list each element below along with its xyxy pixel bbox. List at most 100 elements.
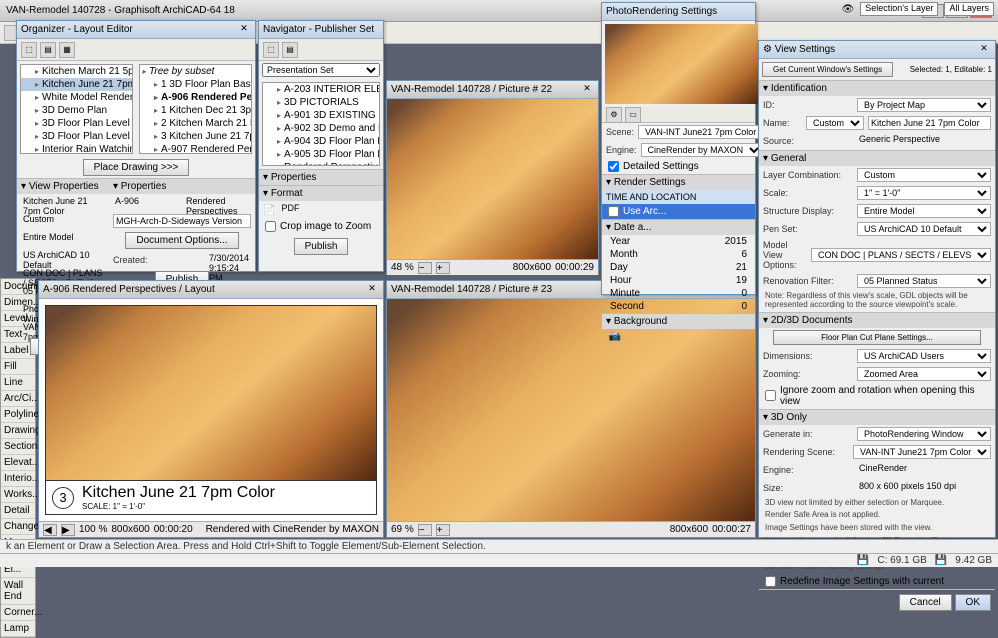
tool-change[interactable]: Change: [1, 519, 35, 535]
tree-item[interactable]: 3 Kitchen June 21 7pm Color: [140, 130, 251, 143]
photorender-header[interactable]: PhotoRendering Settings: [602, 3, 755, 21]
use-arc-checkbox[interactable]: [608, 206, 619, 217]
nav-props-header[interactable]: Properties: [259, 169, 383, 185]
organizer-right-tree[interactable]: Tree by subset 1 3D Floor Plan BasementA…: [139, 64, 252, 154]
tree-item[interactable]: A-901 3D EXISTING Floor: [263, 109, 379, 122]
tool-corner[interactable]: Corner...: [1, 605, 35, 621]
scene-select[interactable]: VAN-INT June21 7pm Color: [638, 125, 776, 139]
screen-icon[interactable]: ▭: [625, 107, 641, 123]
floorplan-cut-button[interactable]: Floor Plan Cut Plane Settings...: [773, 330, 982, 345]
zoom-out-icon[interactable]: −: [418, 524, 432, 536]
scale-select[interactable]: 1" = 1'-0": [857, 186, 991, 200]
nav-icon[interactable]: ⬚: [263, 42, 279, 58]
only3d-header[interactable]: 3D Only: [759, 409, 995, 425]
tree-item[interactable]: 1 Kitchen Dec 21 3pm Color: [140, 104, 251, 117]
render-settings-header[interactable]: Render Settings: [602, 174, 755, 190]
place-drawing-button[interactable]: Place Drawing >>>: [83, 159, 190, 176]
reno-select[interactable]: 05 Planned Status: [857, 274, 991, 288]
camera-icon[interactable]: 📷: [604, 331, 626, 342]
navigator-tree[interactable]: A-203 INTERIOR ELEVAT3D PICTORIALSA-901 …: [262, 82, 380, 166]
nav-next-icon[interactable]: ▶: [61, 524, 75, 536]
tool-fill[interactable]: Fill: [1, 359, 35, 375]
tree-item[interactable]: A-907 Rendered Perspectives: [140, 143, 251, 154]
tree-item[interactable]: Rendered Perspectives: [263, 161, 379, 166]
close-icon[interactable]: ✕: [580, 83, 594, 97]
tool-wallend[interactable]: Wall End: [1, 578, 35, 605]
name-mode-select[interactable]: Custom: [806, 116, 864, 130]
ok-button[interactable]: OK: [955, 594, 991, 611]
tree-item[interactable]: Kitchen June 21 7pm Color: [21, 78, 132, 91]
eye-icon[interactable]: 👁: [842, 4, 855, 15]
tree-item[interactable]: 3D Floor Plan Level Two: [21, 130, 132, 143]
rscene-select[interactable]: VAN-INT June21 7pm Color: [853, 445, 991, 459]
tool-elevat[interactable]: Elevat...: [1, 455, 35, 471]
tool-works[interactable]: Works...: [1, 487, 35, 503]
id-mode-select[interactable]: By Project Map: [857, 98, 991, 112]
selections-layer-button[interactable]: Selection's Layer: [860, 2, 938, 16]
organizer-left-tree[interactable]: Kitchen March 21 5pm ColorKitchen June 2…: [20, 64, 133, 154]
picture22-header[interactable]: VAN-Remodel 140728 / Picture # 22✕: [387, 81, 598, 99]
close-icon[interactable]: ✕: [365, 283, 379, 297]
zooming-select[interactable]: Zoomed Area: [857, 367, 991, 381]
close-icon[interactable]: ✕: [977, 43, 991, 57]
doc-options-button[interactable]: Document Options...: [125, 232, 238, 249]
tree-item[interactable]: A-904 3D Floor Plan Main: [263, 135, 379, 148]
identification-header[interactable]: Identification: [759, 80, 995, 96]
penset-select[interactable]: US ArchiCAD 10 Default: [857, 222, 991, 236]
structure-select[interactable]: Entire Model: [857, 204, 991, 218]
view-settings-header[interactable]: ⚙ View Settings ✕: [759, 41, 995, 59]
nav-icon[interactable]: ⬚: [21, 42, 37, 58]
dimensions-select[interactable]: US ArchiCAD Users: [857, 349, 991, 363]
layer-combo-select[interactable]: Custom: [857, 168, 991, 182]
date-header[interactable]: Date a...: [602, 219, 755, 235]
nav-publish-button[interactable]: Publish: [294, 238, 349, 255]
name-input[interactable]: [868, 116, 991, 130]
all-layers-button[interactable]: All Layers: [944, 2, 994, 16]
preset-select[interactable]: Presentation Set: [262, 63, 380, 77]
tool-arcci[interactable]: Arc/Ci...: [1, 391, 35, 407]
tool-section[interactable]: Section: [1, 439, 35, 455]
tree-item[interactable]: Kitchen March 21 5pm Color: [21, 65, 132, 78]
tree-item[interactable]: 3D Demo Plan: [21, 104, 132, 117]
tree-item[interactable]: Interior Rain Watching Room: [21, 143, 132, 154]
crop-checkbox[interactable]: [265, 221, 276, 232]
nav-prev-icon[interactable]: ◀: [43, 524, 57, 536]
tool-polyline[interactable]: Polyline: [1, 407, 35, 423]
tree-item[interactable]: A-906 Rendered Perspectives: [140, 91, 251, 104]
engine-select[interactable]: CineRender by MAXON: [641, 143, 763, 157]
nav-format-header[interactable]: Format: [259, 185, 383, 201]
tool-interio[interactable]: Interio...: [1, 471, 35, 487]
layout-header[interactable]: A-906 Rendered Perspectives / Layout✕: [39, 281, 383, 299]
tree-item[interactable]: 3D PICTORIALS: [263, 96, 379, 109]
zoom-in-icon[interactable]: +: [436, 262, 450, 274]
nav-icon[interactable]: ▤: [40, 42, 56, 58]
zoom-out-icon[interactable]: −: [418, 262, 432, 274]
tree-item[interactable]: White Model Renders: [21, 91, 132, 104]
general-header[interactable]: General: [759, 150, 995, 166]
tool-line[interactable]: Line: [1, 375, 35, 391]
detailed-checkbox[interactable]: [608, 161, 619, 172]
tree-item[interactable]: A-902 3D Demo and New: [263, 122, 379, 135]
tool-lamp[interactable]: Lamp: [1, 621, 35, 637]
docs2d3d-header[interactable]: 2D/3D Documents: [759, 312, 995, 328]
get-current-button[interactable]: Get Current Window's Settings: [762, 62, 893, 77]
mvo-select[interactable]: CON DOC | PLANS / SECTS / ELEVS: [811, 248, 991, 262]
tree-item[interactable]: 2 Kitchen March 21 5pm Color: [140, 117, 251, 130]
redefine-checkbox[interactable]: [765, 576, 776, 587]
tool-drawing[interactable]: Drawing: [1, 423, 35, 439]
organizer-header[interactable]: Organizer - Layout Editor ✕: [17, 21, 255, 39]
nav-icon[interactable]: ▦: [59, 42, 75, 58]
background-header[interactable]: Background: [602, 313, 755, 329]
props-header[interactable]: Properties: [109, 178, 255, 194]
cancel-button[interactable]: Cancel: [899, 594, 952, 611]
zoom-in-icon[interactable]: +: [436, 524, 450, 536]
ignore-zoom-checkbox[interactable]: [765, 390, 776, 401]
tree-item[interactable]: A-905 3D Floor Plan Base: [263, 148, 379, 161]
time-location-row[interactable]: TIME AND LOCATION: [602, 190, 755, 204]
view-props-header[interactable]: View Properties: [17, 178, 109, 194]
tree-item[interactable]: 3D Floor Plan Level One: [21, 117, 132, 130]
tree-item[interactable]: 1 3D Floor Plan Basement: [140, 78, 251, 91]
nav-icon[interactable]: ▤: [282, 42, 298, 58]
tool-detail[interactable]: Detail: [1, 503, 35, 519]
master-input[interactable]: [113, 214, 251, 228]
